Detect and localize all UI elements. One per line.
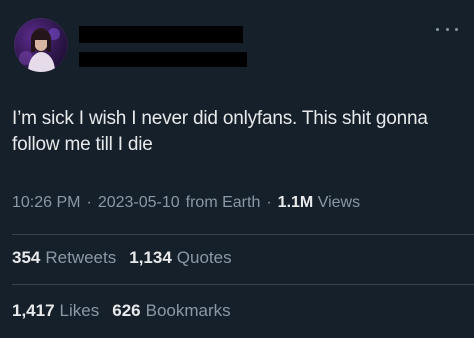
tweet-metadata: 10:26 PM · 2023-05-10 from Earth · 1.1M … bbox=[12, 194, 360, 212]
retweets-count: 354 bbox=[12, 248, 41, 267]
tweet-time[interactable]: 10:26 PM bbox=[12, 194, 80, 212]
tweet-detail: I’m sick I wish I never did onlyfans. Th… bbox=[0, 0, 474, 338]
divider bbox=[12, 234, 474, 235]
views-count: 1.1M bbox=[277, 194, 314, 211]
views-label: Views bbox=[317, 194, 361, 211]
more-horizontal-icon bbox=[455, 27, 458, 31]
meta-separator: · bbox=[86, 194, 92, 211]
more-horizontal-icon bbox=[445, 27, 449, 31]
bookmarks-count: 626 bbox=[112, 301, 141, 320]
more-options-button[interactable] bbox=[436, 24, 458, 34]
tweet-source: from Earth bbox=[185, 194, 261, 211]
bookmarks-label: Bookmarks bbox=[145, 301, 231, 320]
retweets-label: Retweets bbox=[45, 248, 117, 267]
quotes-stat[interactable]: 1,134 Quotes bbox=[129, 248, 231, 268]
avatar[interactable] bbox=[14, 18, 68, 72]
likes-label: Likes bbox=[59, 301, 100, 320]
engagement-row-shares: 354 Retweets 1,134 Quotes bbox=[12, 248, 245, 268]
redacted-display-name bbox=[79, 26, 243, 43]
more-horizontal-icon bbox=[436, 27, 439, 31]
tweet-date[interactable]: 2023-05-10 bbox=[98, 194, 180, 212]
divider bbox=[12, 284, 474, 285]
redacted-username bbox=[79, 52, 247, 67]
likes-stat[interactable]: 1,417 Likes bbox=[12, 301, 99, 321]
likes-count: 1,417 bbox=[12, 301, 55, 320]
quotes-label: Quotes bbox=[176, 248, 232, 267]
meta-separator: · bbox=[266, 194, 272, 211]
retweets-stat[interactable]: 354 Retweets bbox=[12, 248, 116, 268]
bookmarks-stat[interactable]: 626 Bookmarks bbox=[112, 301, 230, 321]
tweet-text: I’m sick I wish I never did onlyfans. Th… bbox=[12, 108, 428, 155]
engagement-row-likes: 1,417 Likes 626 Bookmarks bbox=[12, 301, 244, 321]
quotes-count: 1,134 bbox=[129, 248, 172, 267]
